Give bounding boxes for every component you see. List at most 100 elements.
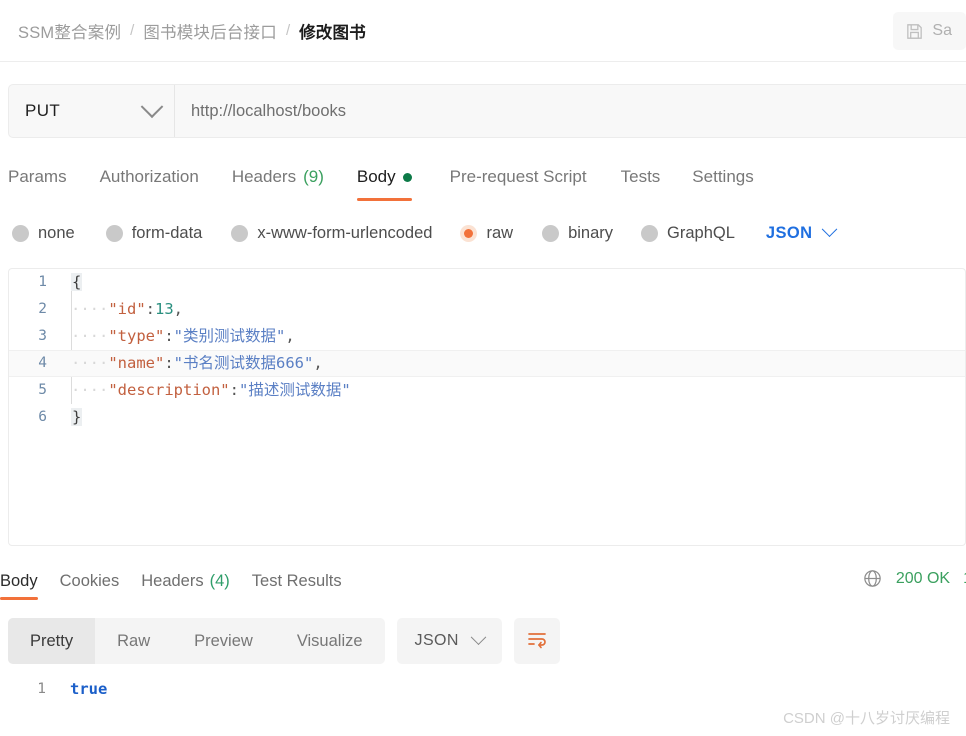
request-url-input[interactable]: http://localhost/books xyxy=(175,85,966,137)
status-badge: 200 OK xyxy=(895,569,951,587)
tab-body-label: Body xyxy=(356,167,396,186)
radio-selected-icon xyxy=(460,224,478,242)
request-url-bar: PUT http://localhost/books xyxy=(8,84,966,138)
tab-settings-label: Settings xyxy=(692,167,754,186)
chevron-down-icon xyxy=(822,220,838,237)
response-toolbar: Pretty Raw Preview Visualize JSON xyxy=(8,618,560,664)
breadcrumb-separator: / xyxy=(130,22,135,39)
body-type-urlencoded-label: x-www-form-urlencoded xyxy=(257,223,433,242)
body-type-none[interactable]: none xyxy=(12,224,75,243)
code-line[interactable]: 2 ····"id":13, xyxy=(9,296,965,323)
code-line[interactable]: 5 ····"description":"描述测试数据" xyxy=(9,377,965,404)
radio-icon xyxy=(542,224,560,242)
response-value: true xyxy=(70,680,108,698)
token-brace: { xyxy=(71,273,83,291)
body-type-form-data[interactable]: form-data xyxy=(105,223,203,243)
floppy-disk-icon xyxy=(905,22,924,41)
line-content: { xyxy=(61,269,83,296)
line-content: ····"description":"描述测试数据" xyxy=(61,377,351,404)
chevron-down-icon xyxy=(140,95,164,119)
body-type-raw[interactable]: raw xyxy=(460,224,513,243)
request-body-code[interactable]: 1 { 2 ····"id":13, 3 ····"type":"类别测试数据"… xyxy=(9,269,965,431)
tab-params[interactable]: Params xyxy=(8,155,67,199)
response-tabs: Body Cookies Headers (4) Test Results xyxy=(0,563,966,607)
response-tab-body[interactable]: Body xyxy=(0,563,38,600)
code-line[interactable]: 1 { xyxy=(9,269,965,296)
tab-body[interactable]: Body xyxy=(356,155,412,201)
body-type-graphql[interactable]: GraphQL xyxy=(641,224,735,243)
body-type-form-data-label: form-data xyxy=(131,223,203,242)
raw-format-selector[interactable]: JSON xyxy=(765,220,838,243)
wrap-text-button[interactable] xyxy=(513,618,560,664)
token-string: "书名测试数据666" xyxy=(173,354,314,372)
view-mode-visualize-label: Visualize xyxy=(296,631,363,650)
token-key: "id" xyxy=(108,300,146,318)
token-punct: : xyxy=(229,381,239,399)
line-number: 6 xyxy=(38,409,47,425)
view-mode-raw[interactable]: Raw xyxy=(95,618,172,664)
body-type-none-label: none xyxy=(38,223,75,242)
tab-tests-label: Tests xyxy=(620,167,661,186)
tab-authorization-label: Authorization xyxy=(99,167,199,186)
breadcrumb-separator: / xyxy=(285,22,291,39)
view-mode-raw-label: Raw xyxy=(117,631,151,650)
token-indent: ···· xyxy=(71,300,109,318)
globe-icon xyxy=(862,568,883,589)
http-method-selector[interactable]: PUT xyxy=(9,85,175,137)
tab-tests[interactable]: Tests xyxy=(621,155,661,199)
code-line[interactable]: 3 ····"type":"类别测试数据", xyxy=(9,323,965,350)
tab-headers[interactable]: Headers (9) xyxy=(232,155,324,199)
token-number: 13 xyxy=(155,300,174,318)
breadcrumb: SSM整合案例 / 图书模块后台接口 / 修改图书 xyxy=(18,19,366,43)
tab-authorization[interactable]: Authorization xyxy=(100,155,199,199)
body-type-urlencoded[interactable]: x-www-form-urlencoded xyxy=(231,224,432,243)
line-content: ····"name":"书名测试数据666", xyxy=(61,350,323,377)
breadcrumb-item-collection[interactable]: SSM整合案例 xyxy=(18,19,121,43)
raw-format-label: JSON xyxy=(765,223,813,242)
line-number: 1 xyxy=(37,681,46,697)
view-mode-pretty[interactable]: Pretty xyxy=(8,618,96,664)
tab-headers-label: Headers xyxy=(231,167,297,186)
view-mode-visualize[interactable]: Visualize xyxy=(275,618,385,664)
radio-icon xyxy=(231,224,249,242)
token-punct: , xyxy=(313,354,323,372)
body-type-raw-label: raw xyxy=(486,223,514,242)
token-key: "name" xyxy=(108,354,165,372)
response-tab-headers-count: (4) xyxy=(209,571,230,590)
radio-icon xyxy=(641,224,659,242)
response-format-label: JSON xyxy=(414,632,459,649)
body-type-binary[interactable]: binary xyxy=(542,224,613,243)
http-method-label: PUT xyxy=(25,101,61,120)
tab-pre-request-script[interactable]: Pre-request Script xyxy=(450,155,587,199)
save-button[interactable]: Sa xyxy=(893,12,966,50)
tab-settings[interactable]: Settings xyxy=(692,155,753,199)
response-tab-cookies[interactable]: Cookies xyxy=(60,563,120,599)
response-code-line: 1 true xyxy=(8,676,966,702)
breadcrumb-item-folder[interactable]: 图书模块后台接口 xyxy=(143,19,277,43)
token-key: "type" xyxy=(108,327,165,345)
response-format-selector[interactable]: JSON xyxy=(396,618,502,664)
view-mode-preview[interactable]: Preview xyxy=(172,618,275,664)
line-number: 2 xyxy=(38,301,47,317)
watermark: CSDN @十八岁讨厌编程 xyxy=(783,710,950,727)
line-number: 5 xyxy=(38,382,47,398)
token-punct: : xyxy=(145,300,155,318)
response-tab-headers[interactable]: Headers (4) xyxy=(141,563,230,599)
breadcrumb-item-request[interactable]: 修改图书 xyxy=(299,19,366,43)
request-body-editor[interactable]: 1 { 2 ····"id":13, 3 ····"type":"类别测试数据"… xyxy=(8,268,966,546)
response-tab-cookies-label: Cookies xyxy=(59,571,120,590)
code-line[interactable]: 6 } xyxy=(9,404,965,431)
chevron-down-icon xyxy=(470,628,487,645)
response-tab-test-results[interactable]: Test Results xyxy=(252,563,342,599)
line-number: 3 xyxy=(38,328,47,344)
code-line-active[interactable]: 4 ····"name":"书名测试数据666", xyxy=(9,350,965,377)
response-status-group: 200 OK 1 xyxy=(862,568,966,589)
tab-params-label: Params xyxy=(8,167,67,186)
token-string: "描述测试数据" xyxy=(239,381,351,399)
view-mode-pretty-label: Pretty xyxy=(30,631,74,650)
line-number: 1 xyxy=(38,274,47,290)
wrap-text-icon xyxy=(525,627,549,656)
tab-headers-count: (9) xyxy=(303,167,324,186)
save-button-label: Sa xyxy=(932,22,952,39)
body-modified-dot-icon xyxy=(402,172,412,182)
